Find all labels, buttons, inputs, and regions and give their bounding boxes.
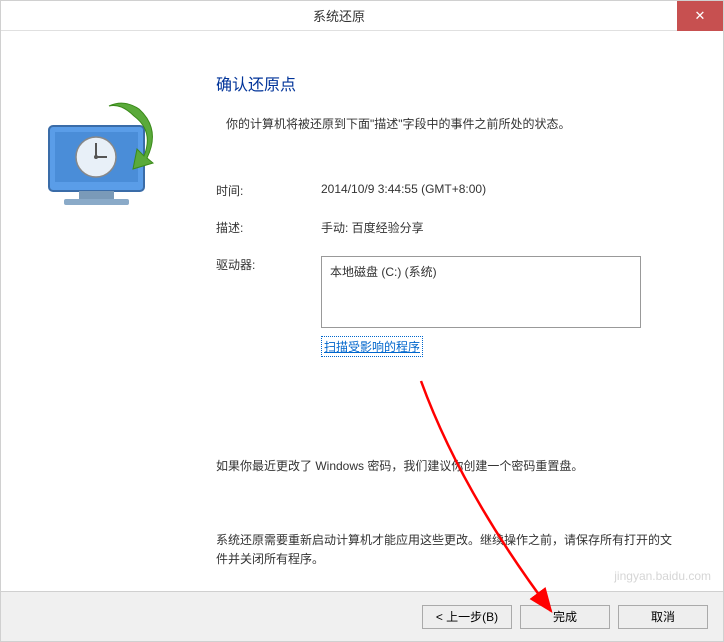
scan-affected-programs-link[interactable]: 扫描受影响的程序 [321,336,423,357]
titlebar: 系统还原 ✕ [1,1,723,31]
finish-button[interactable]: 完成 [520,605,610,629]
page-heading: 确认还原点 [216,71,683,95]
description-value: 手动: 百度经验分享 [321,219,424,236]
right-panel: 确认还原点 你的计算机将被还原到下面"描述"字段中的事件之前所处的状态。 时间:… [196,31,723,591]
close-button[interactable]: ✕ [677,1,723,31]
page-subtext: 你的计算机将被还原到下面"描述"字段中的事件之前所处的状态。 [216,115,683,132]
time-label: 时间: [216,182,321,199]
button-bar: < 上一步(B) 完成 取消 [1,591,723,641]
drive-item: 本地磁盘 (C:) (系统) [330,263,632,280]
cancel-button[interactable]: 取消 [618,605,708,629]
description-row: 描述: 手动: 百度经验分享 [216,219,683,236]
drive-row: 驱动器: 本地磁盘 (C:) (系统) [216,256,683,328]
time-row: 时间: 2014/10/9 3:44:55 (GMT+8:00) [216,182,683,199]
close-icon: ✕ [695,8,706,24]
window-title: 系统还原 [1,6,677,25]
window: 系统还原 ✕ 确认还原点 你的计算机将被还原到下面"描 [0,0,724,642]
left-panel [1,31,196,591]
back-button[interactable]: < 上一步(B) [422,605,512,629]
drive-label: 驱动器: [216,256,321,328]
restart-info-text: 系统还原需要重新启动计算机才能应用这些更改。继续操作之前，请保存所有打开的文件并… [216,531,683,569]
description-label: 描述: [216,219,321,236]
drive-listbox[interactable]: 本地磁盘 (C:) (系统) [321,256,641,328]
password-warning-text: 如果你最近更改了 Windows 密码，我们建议你创建一个密码重置盘。 [216,457,683,476]
content-area: 确认还原点 你的计算机将被还原到下面"描述"字段中的事件之前所处的状态。 时间:… [1,31,723,591]
system-restore-icon [29,91,169,221]
time-value: 2014/10/9 3:44:55 (GMT+8:00) [321,182,486,199]
